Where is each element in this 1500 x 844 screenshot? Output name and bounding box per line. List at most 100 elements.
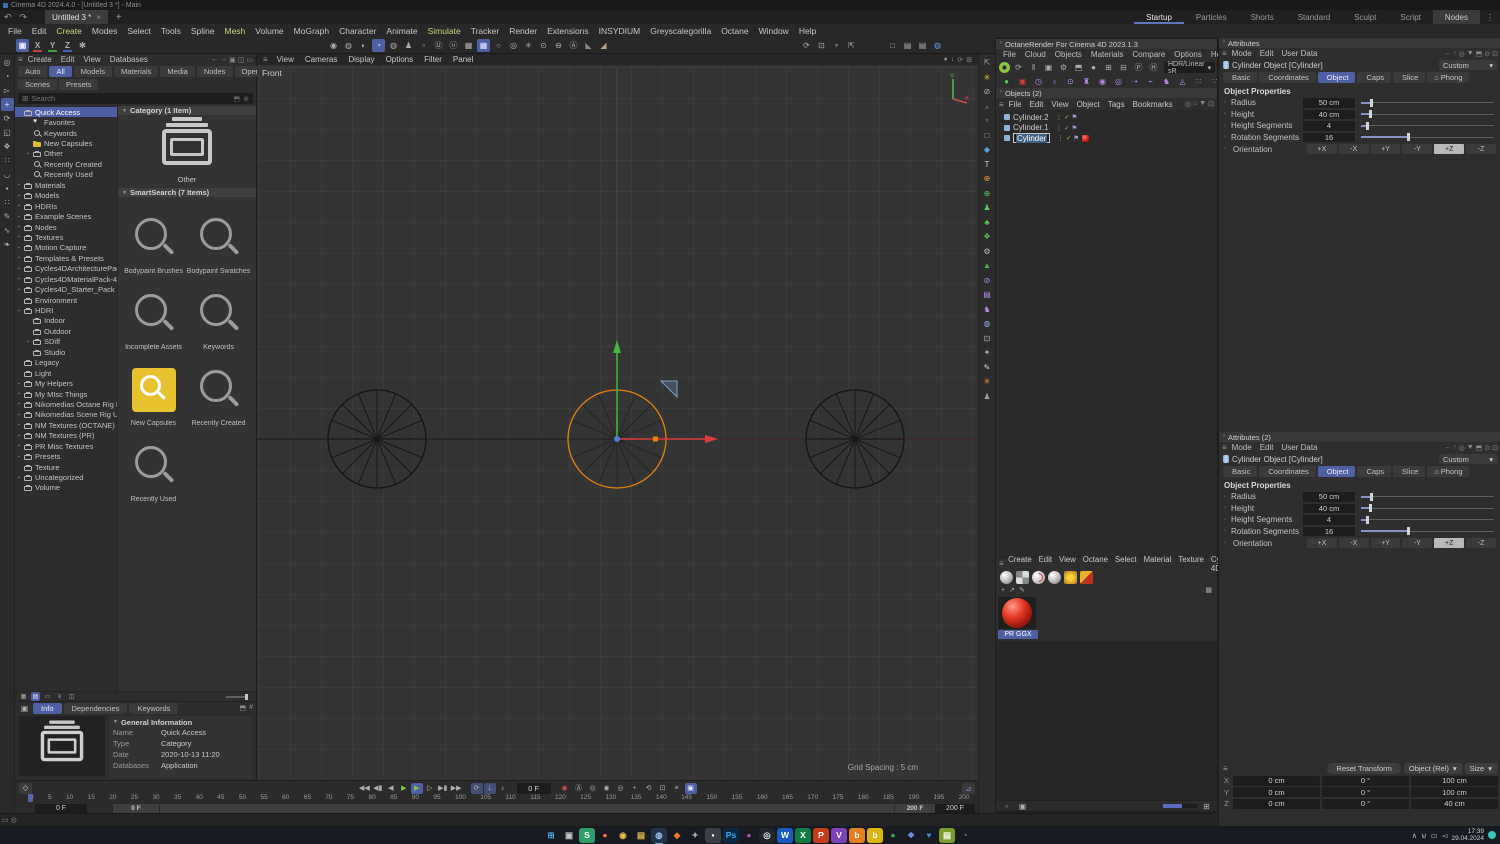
- menu-item[interactable]: Edit: [57, 55, 79, 64]
- taskbar-app-icon[interactable]: W: [777, 827, 793, 843]
- toolbar-icon[interactable]: ◍: [342, 39, 355, 52]
- object-row[interactable]: Cylinder.1 ⋮ ✓ ⚑: [996, 123, 1217, 134]
- status-icon[interactable]: ▭: [2, 816, 9, 824]
- key-dot-icon[interactable]: ◦: [1224, 146, 1231, 152]
- asset-tree-item[interactable]: ▪ Other: [15, 149, 117, 159]
- menu-item[interactable]: Simulate: [423, 26, 466, 36]
- toolbar-icon[interactable]: ◉: [327, 39, 340, 52]
- toolbar-icon[interactable]: ⊙: [537, 39, 550, 52]
- tool-icon[interactable]: ❧: [1, 238, 14, 251]
- asset-tree-item[interactable]: ▪ Keywords: [15, 128, 117, 138]
- size-mode-dropdown[interactable]: Size ▾: [1464, 763, 1497, 774]
- asset-tree-item[interactable]: ▪ My MIsc Things: [15, 389, 117, 399]
- taskbar-app-icon[interactable]: ◎: [759, 827, 775, 843]
- property-value-field[interactable]: 50 cm: [1303, 98, 1355, 108]
- panel-pin-icon[interactable]: ˣ: [1000, 90, 1002, 96]
- panel-icon[interactable]: ⊡: [1492, 50, 1498, 58]
- asset-tree-item[interactable]: ▪ New Capsules: [15, 138, 117, 148]
- octane-tool-icon[interactable]: ⚙: [980, 245, 994, 258]
- add-icon[interactable]: +: [1001, 587, 1005, 594]
- smartsearch-section-header[interactable]: ▼ SmartSearch (7 Items): [118, 188, 256, 197]
- octane-toolbar-icon[interactable]: ⊞: [1102, 61, 1115, 74]
- asset-tree-item[interactable]: ▪ Studio: [15, 347, 117, 357]
- checker-material-icon[interactable]: [1016, 570, 1029, 584]
- octane-tool-icon[interactable]: ◆: [980, 143, 994, 156]
- transport-button[interactable]: ▷: [424, 783, 436, 794]
- attributes-titlebar[interactable]: ˣ Attributes: [1219, 38, 1500, 48]
- orientation-option[interactable]: -Z: [1466, 538, 1496, 548]
- orientation-option[interactable]: -X: [1338, 538, 1369, 548]
- layout-tab[interactable]: Nodes: [1432, 10, 1480, 24]
- thumbnail-size-slider[interactable]: [226, 693, 248, 700]
- menu-item[interactable]: Tracker: [466, 26, 505, 36]
- layout-menu-icon[interactable]: ⋮: [1480, 13, 1500, 22]
- asset-item[interactable]: Bodypaint Brushes: [121, 203, 186, 275]
- burger-icon[interactable]: ≡: [999, 559, 1004, 568]
- view-thumb-icon[interactable]: ◫: [67, 692, 76, 701]
- taskbar-app-icon[interactable]: ♥: [921, 828, 937, 843]
- menu-item[interactable]: File: [1005, 100, 1026, 109]
- octane-toolbar-icon[interactable]: ▣: [1016, 75, 1029, 88]
- asset-tree-item[interactable]: ▪ Cycles4DMaterialPack-4K: [15, 274, 117, 284]
- menu-item[interactable]: Object: [1073, 100, 1104, 109]
- range-slider-left[interactable]: 0 F: [113, 804, 159, 813]
- filter-tab[interactable]: Auto: [18, 66, 48, 77]
- panel-icon[interactable]: ◎: [1459, 50, 1465, 58]
- rotation-field[interactable]: 0 °: [1322, 787, 1409, 798]
- viewport-front[interactable]: ≡ View Cameras Display Options Filter Pa…: [257, 54, 978, 780]
- asset-tree-item[interactable]: ▪ HDRI: [15, 305, 117, 315]
- menu-item[interactable]: Edit: [27, 26, 52, 36]
- new-material-icon[interactable]: [1000, 570, 1013, 584]
- view-mode-icon[interactable]: ▫: [1000, 800, 1013, 813]
- toolbar-icon[interactable]: ▫: [417, 39, 430, 52]
- octane-tool-icon[interactable]: ✳: [980, 375, 994, 388]
- menu-item[interactable]: View: [1047, 100, 1072, 109]
- toolbar-icon[interactable]: ⊡: [815, 39, 828, 52]
- edit-icon[interactable]: ✎: [1019, 586, 1025, 594]
- menu-item[interactable]: Volume: [250, 26, 288, 36]
- layout-tab[interactable]: Shorts: [1239, 10, 1286, 24]
- menu-item[interactable]: Cameras: [300, 55, 342, 64]
- tool-icon[interactable]: ⟳: [1, 112, 14, 125]
- menu-item[interactable]: Options: [381, 55, 419, 64]
- grid-icon[interactable]: ⊞: [1200, 800, 1213, 813]
- asset-item-other[interactable]: Other: [118, 115, 256, 188]
- octane-tool-icon[interactable]: ♣: [980, 216, 994, 229]
- enabled-check-icon[interactable]: ✓: [1064, 124, 1069, 132]
- menu-item[interactable]: User Data: [1277, 443, 1321, 452]
- rotation-field[interactable]: 0 °: [1322, 798, 1409, 809]
- tray-icon[interactable]: ∧: [1412, 831, 1418, 840]
- key-dot-icon[interactable]: ◦: [1224, 540, 1231, 546]
- panel-icon[interactable]: ⬒: [1476, 50, 1483, 58]
- menu-item[interactable]: File: [999, 50, 1020, 59]
- asset-tree-item[interactable]: ▪ Cycles4DArchitecturePack-4l: [15, 264, 117, 274]
- property-slider[interactable]: [1361, 515, 1496, 524]
- menu-item[interactable]: Mesh: [220, 26, 251, 36]
- menu-item[interactable]: Edit: [1256, 49, 1278, 58]
- menu-item[interactable]: MoGraph: [289, 26, 334, 36]
- preset-dropdown[interactable]: Custom ▾: [1439, 454, 1497, 464]
- menu-item[interactable]: Edit: [1256, 443, 1278, 452]
- octane-toolbar-icon[interactable]: ♁: [1048, 75, 1061, 88]
- octane-toolbar-icon[interactable]: ◎: [1112, 75, 1125, 88]
- toolbar-icon[interactable]: ◍: [931, 39, 944, 52]
- loop-button[interactable]: ♪: [497, 783, 509, 794]
- info-panel-icon[interactable]: ▣: [18, 702, 31, 715]
- panel-icon[interactable]: ⊡: [1492, 444, 1498, 452]
- property-value-field[interactable]: 16: [1303, 526, 1355, 536]
- panel-icon[interactable]: ▣: [229, 56, 236, 64]
- key-dot-icon[interactable]: ◦: [1224, 517, 1231, 523]
- menu-item[interactable]: Octane: [716, 26, 753, 36]
- toolbar-icon[interactable]: ▦: [462, 39, 475, 52]
- octane-tool-icon[interactable]: ✦: [980, 346, 994, 359]
- key-dot-icon[interactable]: ◦: [1224, 100, 1231, 106]
- octane-tool-icon[interactable]: ⇱: [980, 56, 994, 69]
- asset-tree-item[interactable]: ▪ Recently Used: [15, 170, 117, 180]
- octane-tool-icon[interactable]: ✎: [980, 361, 994, 374]
- filter-tab[interactable]: Scenes: [18, 79, 58, 90]
- orientation-option[interactable]: -X: [1338, 144, 1369, 154]
- panel-icon[interactable]: ⊡: [1208, 100, 1214, 108]
- taskbar-app-icon[interactable]: ●: [597, 828, 613, 843]
- attribute-tab[interactable]: Caps: [1357, 466, 1391, 477]
- toolbar-icon[interactable]: Y: [46, 39, 59, 52]
